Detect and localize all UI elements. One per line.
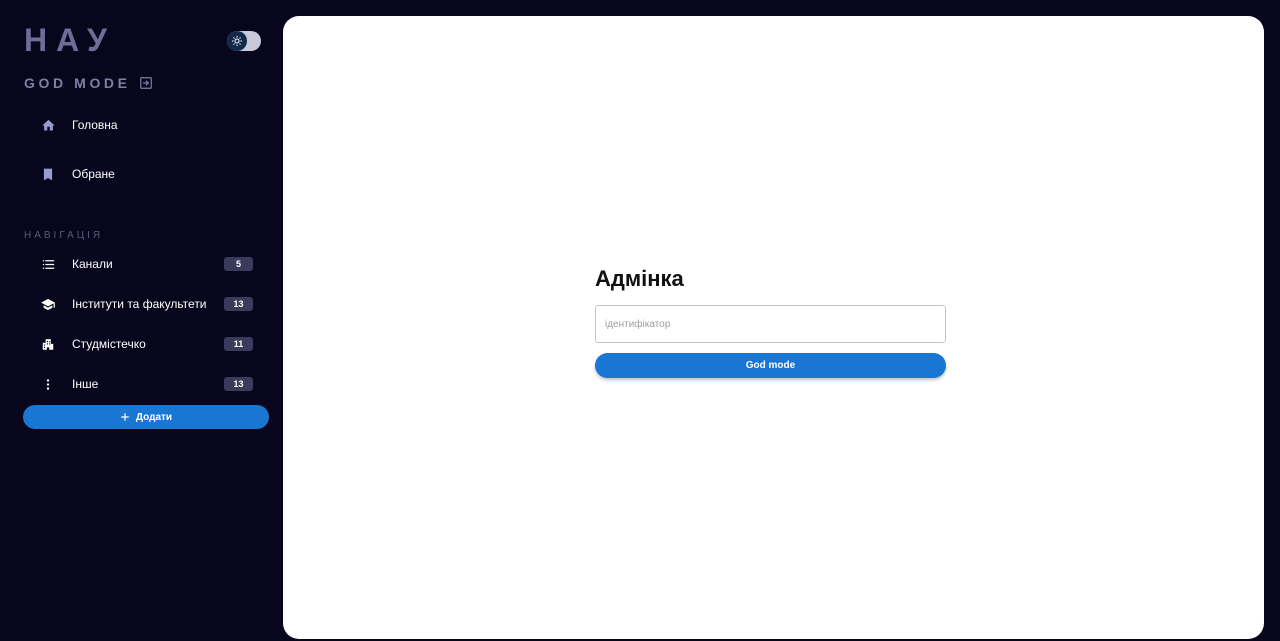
login-icon[interactable] [139, 76, 153, 90]
more-vertical-icon [24, 377, 72, 392]
identifier-input[interactable] [595, 305, 946, 343]
sidebar-item-label: Інститути та факультети [72, 297, 207, 311]
god-mode-header: GOD MODE [24, 75, 153, 91]
page-title: Адмінка [595, 266, 684, 291]
sun-icon [227, 31, 247, 51]
sidebar-item-favorites[interactable]: Обране [24, 156, 269, 192]
building-icon [24, 337, 72, 352]
app-logo: НАУ [24, 22, 116, 58]
graduation-cap-icon [24, 297, 72, 312]
section-label-navigation: НАВІГАЦІЯ [24, 230, 104, 241]
theme-toggle[interactable] [227, 31, 261, 51]
count-badge: 5 [224, 257, 253, 271]
sidebar-item-campus[interactable]: Студмістечко 11 [24, 326, 269, 362]
count-badge: 11 [224, 337, 253, 351]
list-icon [24, 257, 72, 272]
plus-icon [120, 412, 130, 422]
bookmark-icon [24, 167, 72, 182]
god-mode-label: GOD MODE [24, 75, 131, 91]
sidebar-item-label: Головна [72, 118, 118, 132]
sidebar-item-label: Обране [72, 167, 115, 181]
count-badge: 13 [224, 377, 253, 391]
count-badge: 13 [224, 297, 253, 311]
sidebar-item-institutes[interactable]: Інститути та факультети 13 [24, 286, 269, 322]
sidebar-item-other[interactable]: Інше 13 [24, 366, 269, 402]
main-content: Адмінка God mode [283, 16, 1264, 639]
admin-login-form: Адмінка God mode [595, 266, 946, 378]
home-icon [24, 118, 72, 133]
sidebar-item-label: Студмістечко [72, 337, 146, 351]
sidebar-item-label: Канали [72, 257, 113, 271]
add-button[interactable]: Додати [23, 405, 269, 429]
god-mode-button[interactable]: God mode [595, 353, 946, 378]
sidebar-item-channels[interactable]: Канали 5 [24, 246, 269, 282]
sidebar-item-label: Інше [72, 377, 99, 391]
sidebar-item-home[interactable]: Головна [24, 107, 269, 143]
sidebar: НАУ GOD MODE Головна Обране НАВІГАЦІЯ Ка… [0, 0, 283, 641]
add-button-label: Додати [135, 411, 173, 423]
